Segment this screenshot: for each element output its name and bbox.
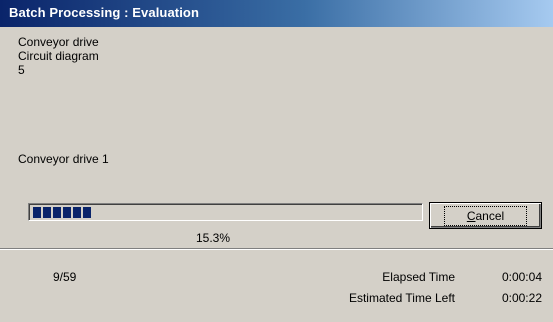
progress-counter: 9/59 — [53, 270, 77, 284]
batch-processing-dialog: Batch Processing : Evaluation Conveyor d… — [0, 0, 553, 322]
status-separator — [0, 248, 553, 250]
title-bar[interactable]: Batch Processing : Evaluation — [0, 0, 553, 27]
progress-block — [63, 207, 71, 218]
progress-block — [83, 207, 91, 218]
current-item: Conveyor drive 1 — [18, 152, 109, 166]
elapsed-time-label: Elapsed Time — [382, 270, 455, 284]
progress-block — [53, 207, 61, 218]
progress-fill — [33, 207, 91, 218]
window-title: Batch Processing : Evaluation — [9, 5, 200, 20]
progress-block — [33, 207, 41, 218]
progress-percent: 15.3% — [195, 231, 231, 245]
progress-block — [43, 207, 51, 218]
elapsed-time-value: 0:00:04 — [501, 270, 542, 284]
project-name: Conveyor drive — [18, 35, 99, 49]
time-left-label: Estimated Time Left — [348, 291, 455, 305]
cancel-button[interactable]: Cancel — [429, 202, 542, 229]
progress-block — [73, 207, 81, 218]
document-type: Circuit diagram — [18, 49, 99, 63]
time-left-value: 0:00:22 — [501, 291, 542, 305]
item-count: 5 — [18, 63, 25, 77]
cancel-button-focus: Cancel — [443, 205, 528, 226]
progress-bar — [28, 203, 423, 221]
cancel-label: ancel — [475, 208, 505, 223]
